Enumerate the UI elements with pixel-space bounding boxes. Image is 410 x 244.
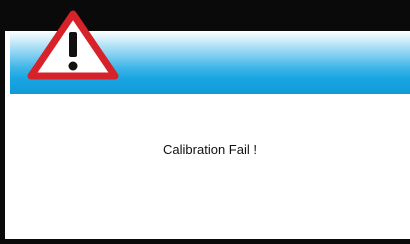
warning-triangle-icon [27, 10, 119, 80]
message-area: Calibration Fail ! [10, 94, 410, 239]
error-message: Calibration Fail ! [163, 142, 257, 157]
calibration-error-dialog: Calibration Fail ! [0, 0, 410, 244]
